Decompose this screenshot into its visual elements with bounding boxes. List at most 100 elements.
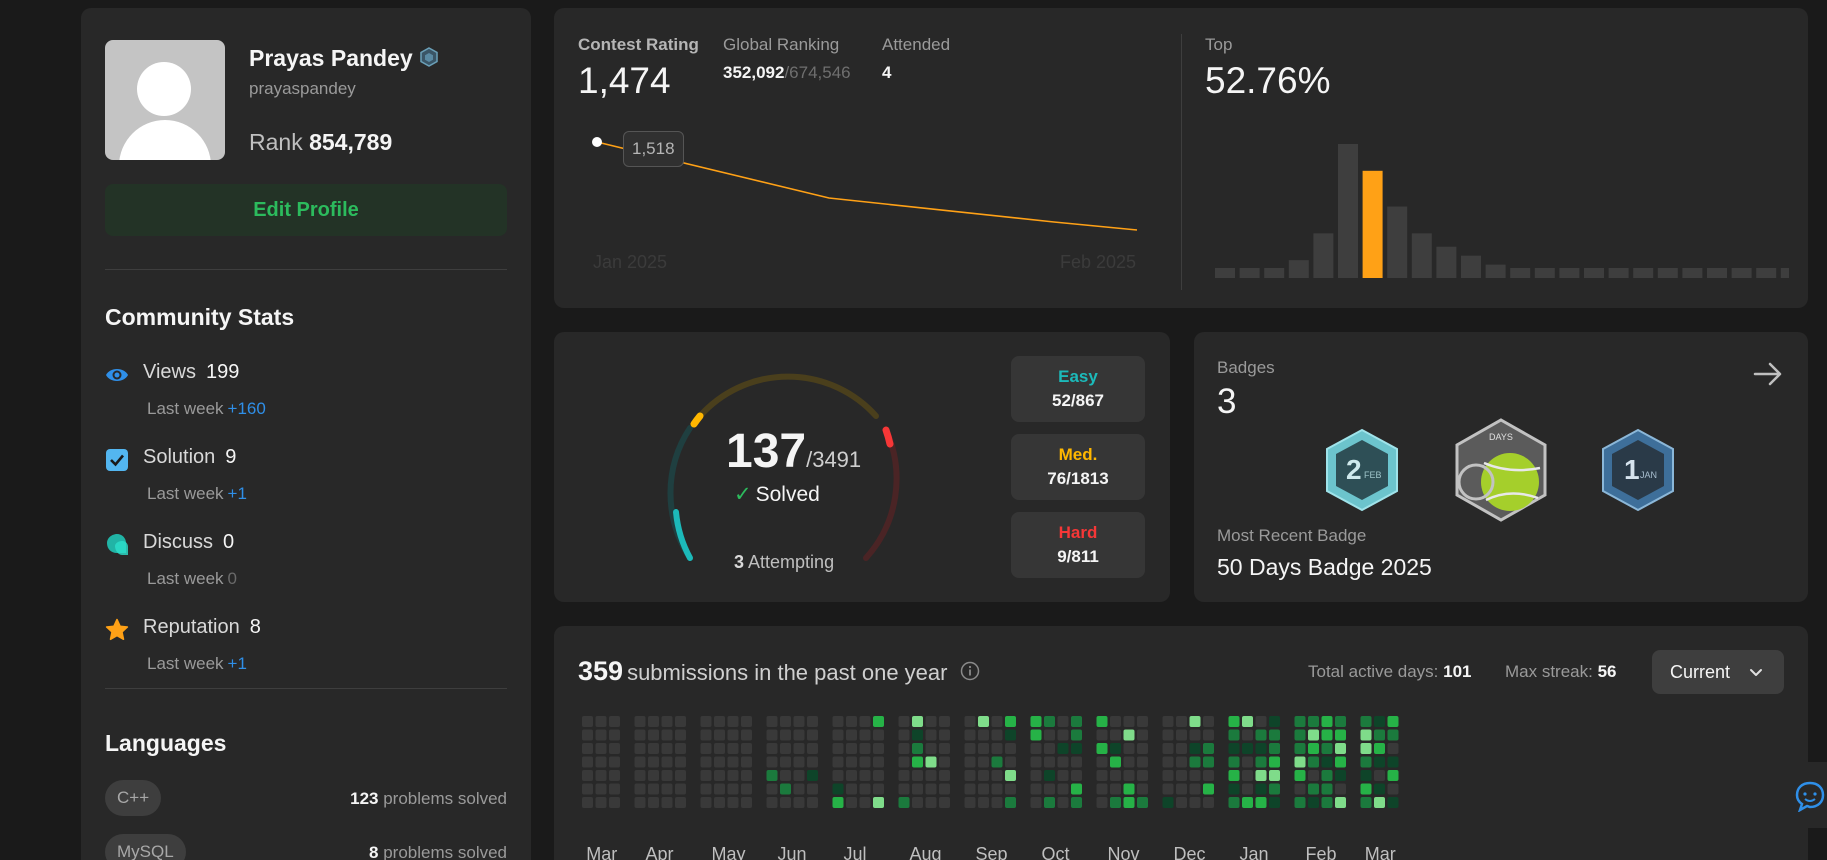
heatmap-cell[interactable] bbox=[1030, 743, 1042, 754]
heatmap-cell[interactable] bbox=[1005, 729, 1016, 741]
heatmap-cell[interactable] bbox=[1360, 797, 1372, 808]
submission-heatmap[interactable] bbox=[554, 626, 1808, 836]
heatmap-cell[interactable] bbox=[1030, 716, 1042, 727]
heatmap-cell[interactable] bbox=[1374, 756, 1385, 768]
heatmap-cell[interactable] bbox=[727, 716, 739, 727]
heatmap-cell[interactable] bbox=[1189, 743, 1201, 754]
heatmap-cell[interactable] bbox=[1071, 783, 1082, 795]
heatmap-cell[interactable] bbox=[1137, 797, 1148, 808]
heatmap-cell[interactable] bbox=[582, 756, 593, 768]
heatmap-cell[interactable] bbox=[780, 716, 791, 727]
heatmap-cell[interactable] bbox=[1228, 770, 1240, 781]
heatmap-cell[interactable] bbox=[1044, 743, 1055, 754]
heatmap-cell[interactable] bbox=[964, 797, 976, 808]
heatmap-cell[interactable] bbox=[1057, 729, 1069, 741]
heatmap-cell[interactable] bbox=[1096, 743, 1108, 754]
distribution-bar[interactable] bbox=[1707, 268, 1727, 278]
heatmap-cell[interactable] bbox=[675, 729, 686, 741]
distribution-bar[interactable] bbox=[1756, 268, 1777, 278]
heatmap-cell[interactable] bbox=[1110, 743, 1121, 754]
heatmap-cell[interactable] bbox=[766, 729, 778, 741]
heatmap-cell[interactable] bbox=[964, 743, 976, 754]
distribution-bar[interactable] bbox=[1239, 268, 1260, 278]
heatmap-cell[interactable] bbox=[1321, 716, 1333, 727]
distribution-bar[interactable] bbox=[1387, 206, 1408, 278]
heatmap-cell[interactable] bbox=[714, 716, 725, 727]
heatmap-cell[interactable] bbox=[609, 756, 620, 768]
heatmap-cell[interactable] bbox=[780, 743, 791, 754]
heatmap-cell[interactable] bbox=[675, 783, 686, 795]
heatmap-cell[interactable] bbox=[939, 756, 950, 768]
heatmap-cell[interactable] bbox=[1269, 770, 1280, 781]
heatmap-cell[interactable] bbox=[741, 783, 752, 795]
heatmap-cell[interactable] bbox=[1096, 756, 1108, 768]
heatmap-cell[interactable] bbox=[1162, 797, 1174, 808]
heatmap-cell[interactable] bbox=[595, 783, 607, 795]
heatmap-cell[interactable] bbox=[1255, 716, 1267, 727]
heatmap-cell[interactable] bbox=[766, 797, 778, 808]
heatmap-cell[interactable] bbox=[1044, 756, 1055, 768]
heatmap-cell[interactable] bbox=[675, 756, 686, 768]
heatmap-cell[interactable] bbox=[1335, 743, 1346, 754]
heatmap-cell[interactable] bbox=[1269, 716, 1280, 727]
heatmap-cell[interactable] bbox=[766, 783, 778, 795]
heatmap-cell[interactable] bbox=[648, 783, 659, 795]
arrow-right-icon[interactable] bbox=[1752, 358, 1784, 395]
heatmap-cell[interactable] bbox=[766, 743, 778, 754]
heatmap-cell[interactable] bbox=[675, 743, 686, 754]
heatmap-cell[interactable] bbox=[1071, 797, 1082, 808]
heatmap-cell[interactable] bbox=[675, 797, 686, 808]
heatmap-cell[interactable] bbox=[807, 756, 818, 768]
heatmap-cell[interactable] bbox=[1242, 783, 1253, 795]
heatmap-cell[interactable] bbox=[859, 783, 871, 795]
heatmap-cell[interactable] bbox=[846, 756, 857, 768]
heatmap-cell[interactable] bbox=[1360, 783, 1372, 795]
heatmap-cell[interactable] bbox=[1044, 797, 1055, 808]
heatmap-cell[interactable] bbox=[793, 716, 805, 727]
heatmap-cell[interactable] bbox=[609, 797, 620, 808]
heatmap-cell[interactable] bbox=[991, 729, 1003, 741]
heatmap-cell[interactable] bbox=[1096, 770, 1108, 781]
heatmap-cell[interactable] bbox=[1255, 743, 1267, 754]
heatmap-cell[interactable] bbox=[978, 783, 989, 795]
heatmap-cell[interactable] bbox=[1030, 783, 1042, 795]
heatmap-cell[interactable] bbox=[661, 783, 673, 795]
heatmap-cell[interactable] bbox=[832, 783, 844, 795]
heatmap-cell[interactable] bbox=[1321, 743, 1333, 754]
heatmap-cell[interactable] bbox=[700, 770, 712, 781]
heatmap-cell[interactable] bbox=[1189, 756, 1201, 768]
heatmap-cell[interactable] bbox=[1110, 756, 1121, 768]
heatmap-cell[interactable] bbox=[1308, 770, 1319, 781]
heatmap-cell[interactable] bbox=[859, 770, 871, 781]
heatmap-cell[interactable] bbox=[661, 756, 673, 768]
heatmap-cell[interactable] bbox=[1387, 783, 1399, 795]
heatmap-cell[interactable] bbox=[582, 797, 593, 808]
heatmap-cell[interactable] bbox=[1255, 770, 1267, 781]
heatmap-cell[interactable] bbox=[1360, 743, 1372, 754]
heatmap-cell[interactable] bbox=[1242, 743, 1253, 754]
heatmap-cell[interactable] bbox=[964, 756, 976, 768]
heatmap-cell[interactable] bbox=[1005, 716, 1016, 727]
heatmap-cell[interactable] bbox=[1294, 729, 1306, 741]
heatmap-cell[interactable] bbox=[1123, 783, 1135, 795]
heatmap-cell[interactable] bbox=[991, 770, 1003, 781]
heatmap-cell[interactable] bbox=[634, 729, 646, 741]
heatmap-cell[interactable] bbox=[991, 716, 1003, 727]
heatmap-cell[interactable] bbox=[1255, 797, 1267, 808]
heatmap-cell[interactable] bbox=[859, 797, 871, 808]
heatmap-cell[interactable] bbox=[609, 770, 620, 781]
heatmap-cell[interactable] bbox=[846, 770, 857, 781]
heatmap-cell[interactable] bbox=[978, 756, 989, 768]
heatmap-cell[interactable] bbox=[1387, 797, 1399, 808]
distribution-bar[interactable] bbox=[1731, 268, 1752, 278]
heatmap-cell[interactable] bbox=[1162, 743, 1174, 754]
heatmap-cell[interactable] bbox=[582, 716, 593, 727]
distribution-bar[interactable] bbox=[1559, 268, 1580, 278]
heatmap-cell[interactable] bbox=[912, 756, 923, 768]
heatmap-cell[interactable] bbox=[1242, 756, 1253, 768]
heatmap-cell[interactable] bbox=[898, 743, 910, 754]
heatmap-cell[interactable] bbox=[1005, 783, 1016, 795]
heatmap-cell[interactable] bbox=[661, 770, 673, 781]
heatmap-cell[interactable] bbox=[1176, 716, 1187, 727]
heatmap-cell[interactable] bbox=[1255, 729, 1267, 741]
